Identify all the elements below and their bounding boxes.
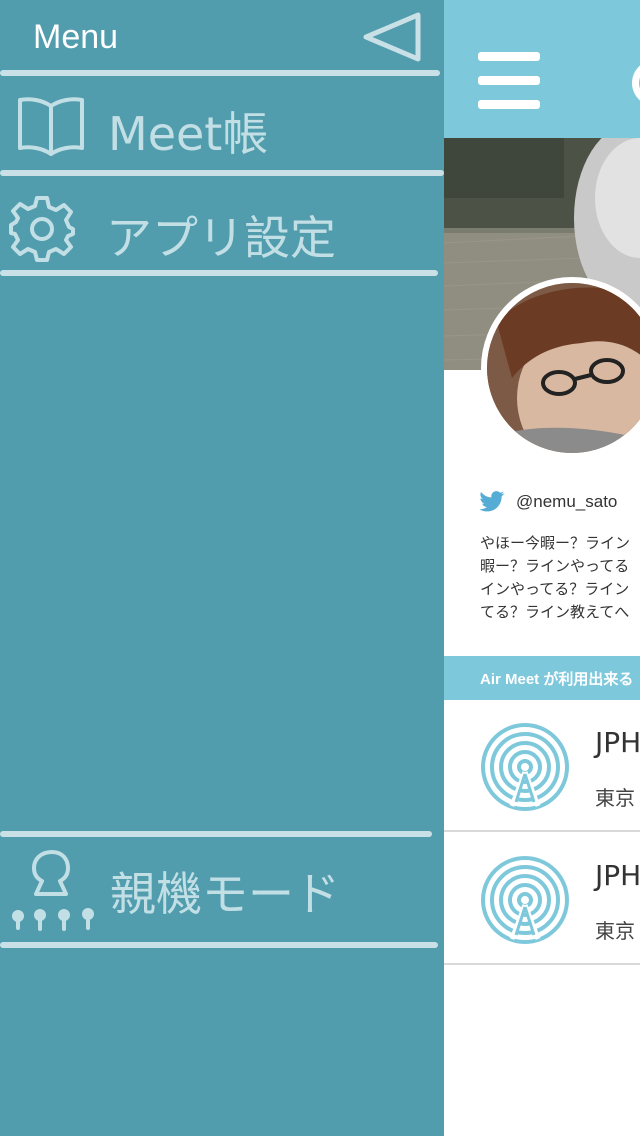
side-menu: Menu Meet帳 アプリ設定 親機モード — [0, 0, 444, 1136]
main-panel[interactable]: @nemu_sato やほー今暇ー？ライン 暇ー？ラインやってる インやってる？… — [444, 0, 640, 1136]
back-triangle-icon[interactable] — [360, 10, 424, 64]
menu-divider — [0, 942, 438, 948]
host-mode-icon — [12, 850, 94, 931]
menu-item-label: Meet帳 — [108, 107, 269, 161]
bio-line: インやってる？ライン — [480, 580, 630, 598]
menu-header: Menu — [0, 0, 444, 72]
beacon-icon — [481, 723, 569, 811]
twitter-icon — [480, 491, 506, 512]
profile-bio: やほー今暇ー？ライン 暇ー？ラインやってる インやってる？ライン てる？ライン教… — [480, 532, 640, 624]
twitter-row[interactable]: @nemu_sato — [480, 489, 640, 517]
nav-logo-peek — [632, 60, 640, 106]
bio-line: やほー今暇ー？ライン — [480, 534, 631, 552]
book-icon — [18, 97, 84, 156]
section-header: Air Meet が利用出来る — [444, 656, 640, 700]
beacon-icon — [481, 856, 569, 944]
menu-item-meet-book[interactable]: Meet帳 — [0, 76, 444, 172]
spot-name: JPH — [595, 726, 640, 759]
menu-item-label: 親機モード — [110, 867, 340, 921]
menu-title: Menu — [33, 18, 119, 56]
spot-city: 東京 — [595, 786, 635, 810]
bio-line: てる？ライン教えてへ — [480, 603, 630, 621]
hamburger-icon[interactable] — [474, 50, 544, 112]
menu-item-label: アプリ設定 — [106, 211, 336, 265]
bio-line: 暇ー？ラインやってる — [480, 557, 630, 575]
menu-item-host-mode[interactable]: 親機モード — [0, 836, 444, 942]
spot-name: JPH — [595, 859, 640, 892]
spot-city: 東京 — [595, 919, 635, 943]
navbar — [444, 0, 640, 138]
section-title: Air Meet が利用出来る — [480, 671, 634, 688]
spot-list-item[interactable]: JPH 東京 — [444, 700, 640, 832]
spot-list-item[interactable]: JPH 東京 — [444, 833, 640, 965]
menu-divider — [0, 270, 438, 276]
menu-item-app-settings[interactable]: アプリ設定 — [0, 176, 444, 272]
gear-icon — [9, 196, 75, 262]
twitter-handle: @nemu_sato — [516, 492, 618, 511]
